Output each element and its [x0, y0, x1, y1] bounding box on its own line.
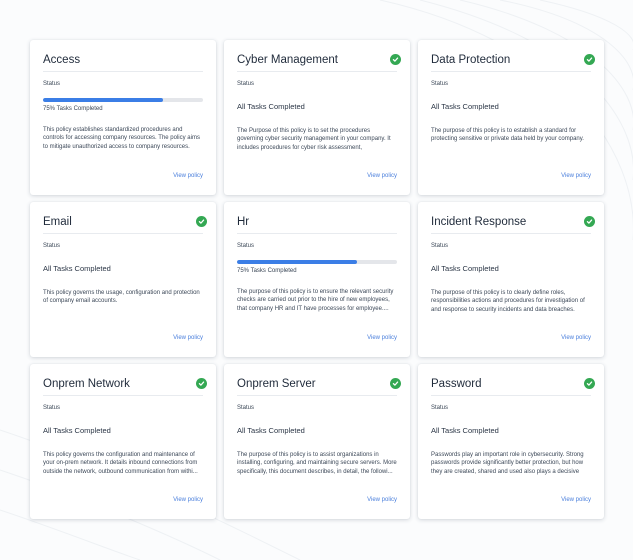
policy-card: Data Protection Status All Tasks Completed… [418, 40, 604, 195]
check-circle-icon [390, 54, 401, 65]
policy-description: This policy governs the configuration an… [43, 452, 198, 475]
policy-card: Onprem Server Status All Tasks Completed Th… [224, 364, 410, 519]
status-text: All Tasks Completed [237, 102, 305, 111]
status-label: Status [237, 81, 255, 87]
progress-bar-fill [237, 260, 357, 264]
policy-description: The purpose of this policy is to establi… [431, 128, 584, 143]
check-circle-icon [196, 216, 207, 227]
policy-card: Email Status All Tasks Completed This polic… [30, 202, 216, 357]
policy-description: The purpose of this policy is to clearly… [431, 290, 585, 313]
view-policy-link[interactable]: View policy [173, 335, 203, 341]
policy-title: Data Protection [431, 53, 591, 72]
status-text: All Tasks Completed [431, 426, 499, 435]
status-label: Status [43, 405, 61, 411]
policy-title: Cyber Management [237, 53, 397, 72]
policy-description: Passwords play an important role in cybe… [431, 452, 584, 475]
check-circle-icon [584, 378, 595, 389]
progress-text: 75% Tasks Completed [237, 268, 297, 274]
policy-dashboard: Access Status 75% Tasks Completed This poli… [0, 0, 633, 560]
view-policy-link[interactable]: View policy [367, 497, 397, 503]
policy-card: Password Status All Tasks Completed Passwor… [418, 364, 604, 519]
status-label: Status [431, 243, 449, 249]
policy-grid: Access Status 75% Tasks Completed This poli… [30, 40, 604, 519]
view-policy-link[interactable]: View policy [173, 497, 203, 503]
status-label: Status [43, 243, 61, 249]
status-text: All Tasks Completed [43, 264, 111, 273]
policy-title: Hr [237, 215, 397, 234]
policy-card: Hr Status 75% Tasks Completed The purpose o… [224, 202, 410, 357]
policy-card: Access Status 75% Tasks Completed This poli… [30, 40, 216, 195]
policy-description: This policy establishes standardized pro… [43, 127, 200, 150]
view-policy-link[interactable]: View policy [367, 335, 397, 341]
policy-description: The Purpose of this policy is to set the… [237, 128, 391, 151]
view-policy-link[interactable]: View policy [367, 173, 397, 179]
progress-bar [43, 98, 203, 102]
progress-bar-fill [43, 98, 163, 102]
policy-card: Incident Response Status All Tasks Complet… [418, 202, 604, 357]
policy-title: Onprem Server [237, 377, 397, 396]
check-circle-icon [584, 54, 595, 65]
status-text: All Tasks Completed [431, 102, 499, 111]
view-policy-link[interactable]: View policy [173, 173, 203, 179]
policy-card: Cyber Management Status All Tasks Complete… [224, 40, 410, 195]
policy-title: Onprem Network [43, 377, 203, 396]
status-label: Status [431, 81, 449, 87]
check-circle-icon [390, 378, 401, 389]
check-circle-icon [196, 378, 207, 389]
status-text: All Tasks Completed [237, 426, 305, 435]
status-label: Status [431, 405, 449, 411]
progress-bar [237, 260, 397, 264]
policy-title: Password [431, 377, 591, 396]
status-text: All Tasks Completed [431, 264, 499, 273]
policy-description: The purpose of this policy is to assist … [237, 452, 397, 475]
status-label: Status [237, 243, 255, 249]
view-policy-link[interactable]: View policy [561, 173, 591, 179]
status-label: Status [237, 405, 255, 411]
status-label: Status [43, 81, 61, 87]
progress-text: 75% Tasks Completed [43, 106, 103, 112]
policy-card: Onprem Network Status All Tasks Completed T… [30, 364, 216, 519]
check-circle-icon [584, 216, 595, 227]
policy-title: Incident Response [431, 215, 591, 234]
view-policy-link[interactable]: View policy [561, 497, 591, 503]
status-text: All Tasks Completed [43, 426, 111, 435]
policy-description: The purpose of this policy is to ensure … [237, 289, 394, 312]
view-policy-link[interactable]: View policy [561, 335, 591, 341]
policy-title: Email [43, 215, 203, 234]
policy-description: This policy governs the usage, configura… [43, 290, 200, 305]
policy-title: Access [43, 53, 203, 72]
